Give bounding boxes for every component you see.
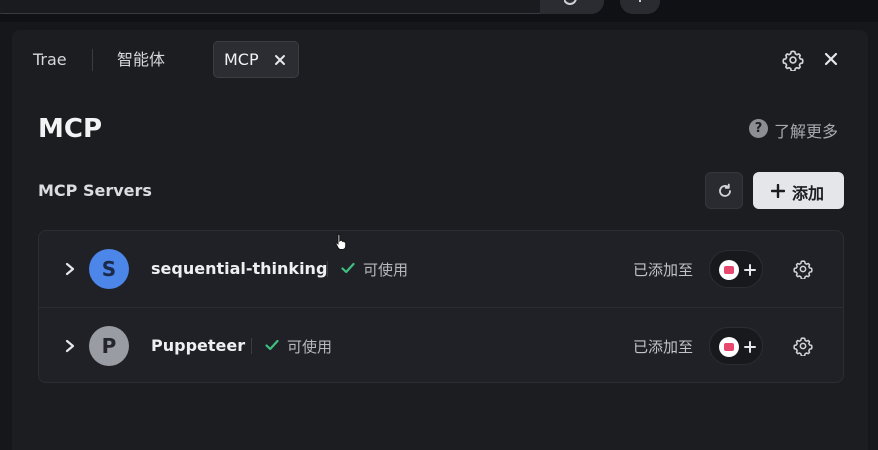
- chevron-right-icon[interactable]: [65, 262, 75, 276]
- plus-icon: [639, 0, 641, 2]
- check-icon: [341, 262, 355, 274]
- tab-trae[interactable]: Trae: [33, 50, 67, 70]
- added-to-label: 已添加至: [633, 338, 694, 356]
- tab-mcp-label: MCP: [224, 50, 259, 69]
- divider: [327, 261, 328, 277]
- search-icon: [564, 0, 577, 5]
- add-to-client-button[interactable]: [709, 250, 763, 288]
- close-panel-icon[interactable]: [824, 52, 838, 66]
- top-search-field[interactable]: [0, 0, 602, 14]
- chevron-right-icon[interactable]: [65, 339, 75, 353]
- server-row[interactable]: S sequential-thinking 可使用 已添加至: [39, 231, 843, 307]
- server-name: Puppeteer: [151, 336, 246, 355]
- learn-more-label: 了解更多: [774, 122, 839, 141]
- divider: [251, 338, 252, 354]
- page-title: MCP: [38, 114, 103, 144]
- client-logo-icon: [719, 337, 739, 357]
- cursor-icon: [335, 233, 347, 250]
- status-text: 可使用: [363, 261, 409, 279]
- plus-icon: [771, 184, 785, 198]
- gear-icon[interactable]: [793, 259, 813, 279]
- top-add-button[interactable]: [620, 0, 660, 14]
- gear-icon[interactable]: [793, 336, 813, 356]
- tab-divider: [92, 49, 93, 71]
- close-icon[interactable]: [274, 54, 286, 66]
- client-logo-icon: [719, 260, 739, 280]
- server-name: sequential-thinking: [151, 259, 328, 278]
- gear-icon[interactable]: [782, 49, 804, 71]
- server-row[interactable]: P Puppeteer 可使用 已添加至: [39, 307, 843, 383]
- top-search-button[interactable]: [540, 0, 604, 14]
- help-icon: ?: [749, 119, 768, 138]
- refresh-icon: [719, 183, 731, 197]
- check-icon: [265, 339, 279, 351]
- tab-bar: Trae 智能体 MCP: [12, 30, 868, 88]
- avatar: P: [89, 326, 129, 366]
- section-title: MCP Servers: [38, 181, 152, 200]
- add-to-client-button[interactable]: [709, 327, 763, 365]
- status-text: 可使用: [287, 338, 333, 356]
- plus-icon: [744, 341, 756, 353]
- add-server-label: 添加: [792, 184, 825, 203]
- settings-panel: Trae 智能体 MCP MCP ? 了解更多 MCP Servers 添加 S…: [12, 30, 868, 450]
- plus-icon: [744, 264, 756, 276]
- tab-agent[interactable]: 智能体: [117, 50, 165, 70]
- added-to-label: 已添加至: [633, 261, 694, 279]
- server-list: S sequential-thinking 可使用 已添加至 P Puppete…: [38, 230, 844, 383]
- tab-mcp[interactable]: MCP: [213, 41, 299, 78]
- avatar: S: [89, 249, 129, 289]
- add-server-button[interactable]: 添加: [753, 172, 844, 209]
- refresh-button[interactable]: [705, 172, 743, 209]
- top-bar: [0, 0, 878, 22]
